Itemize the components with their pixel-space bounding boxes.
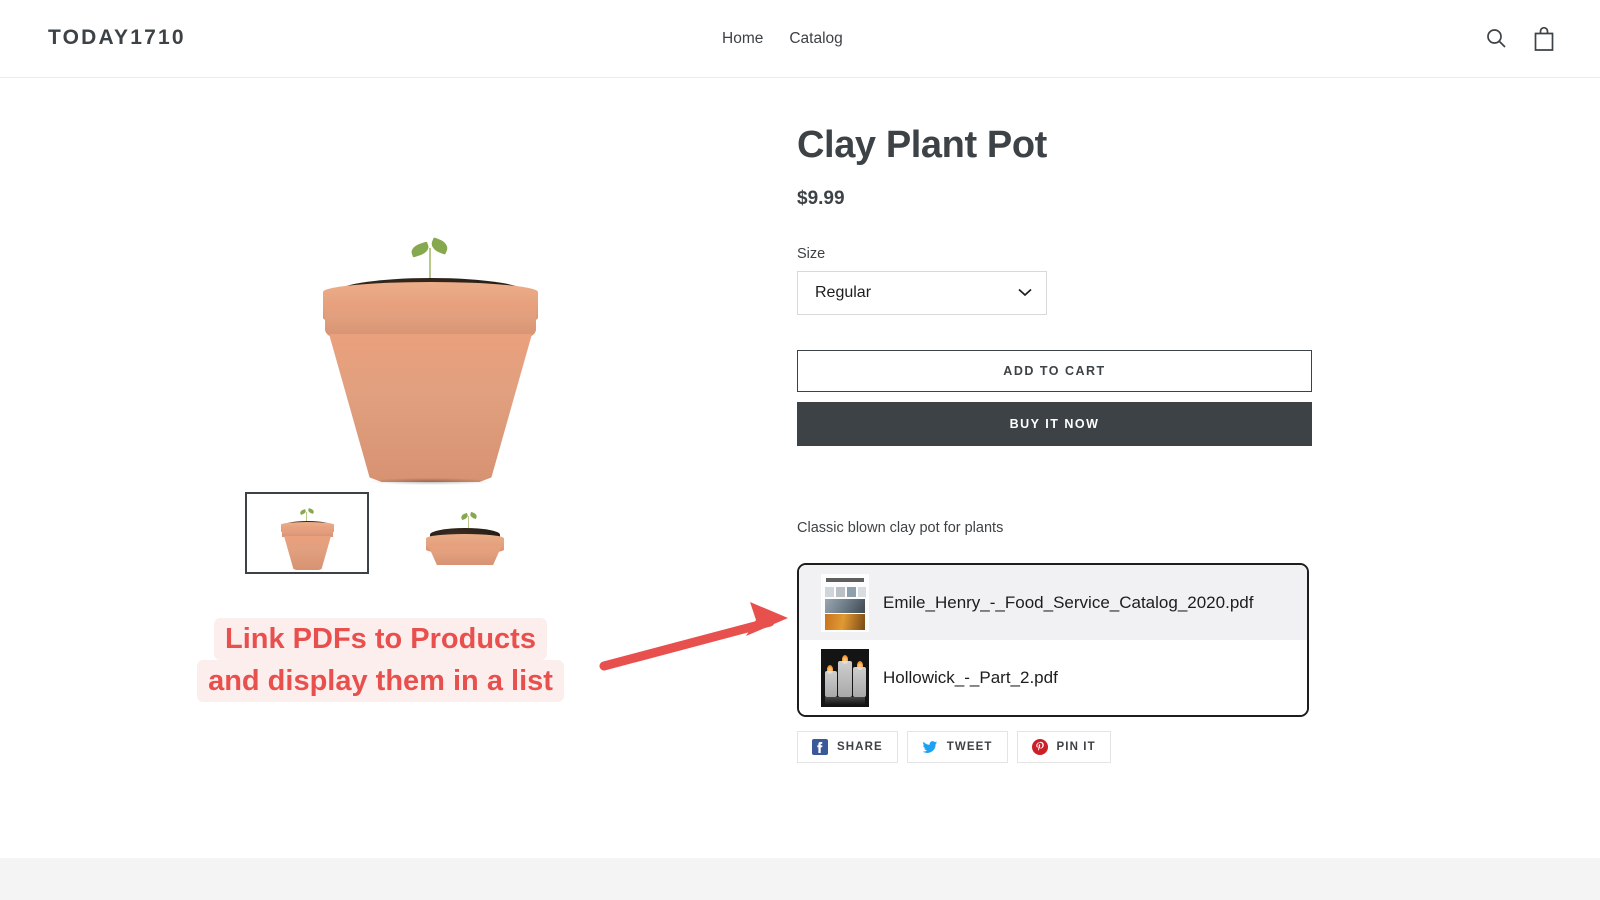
size-select[interactable]: Regular bbox=[797, 271, 1047, 315]
social-share-row: SHARE TWEET PIN IT bbox=[797, 731, 1312, 763]
size-select-value: Regular bbox=[815, 284, 872, 301]
gallery-thumbnail-clay-pot-front[interactable] bbox=[245, 492, 369, 574]
share-pinterest-button[interactable]: PIN IT bbox=[1016, 731, 1111, 763]
share-label: TWEET bbox=[946, 741, 993, 753]
size-option-label: Size bbox=[797, 246, 826, 262]
pot-body bbox=[329, 334, 532, 482]
nav-link-home[interactable]: Home bbox=[722, 29, 763, 49]
pdf-list-item-catalog[interactable]: Emile_Henry_-_Food_Service_Catalog_2020.… bbox=[799, 565, 1307, 640]
product-gallery bbox=[120, 110, 740, 574]
facebook-icon bbox=[812, 739, 828, 755]
catalog-cover-thumbnail bbox=[821, 573, 869, 632]
annotation-line-1: Link PDFs to Products bbox=[214, 618, 547, 660]
header-icon-group bbox=[1484, 26, 1556, 52]
cart-icon[interactable] bbox=[1532, 26, 1556, 52]
annotation-callout: Link PDFs to Products and display them i… bbox=[168, 618, 593, 702]
annotation-line-2: and display them in a list bbox=[197, 660, 564, 702]
product-price: $9.99 bbox=[797, 188, 845, 209]
pdf-filename: Emile_Henry_-_Food_Service_Catalog_2020.… bbox=[883, 592, 1254, 612]
thumbnail-strip bbox=[245, 492, 527, 574]
nav-link-catalog[interactable]: Catalog bbox=[789, 29, 842, 49]
store-logo[interactable]: TODAY1710 bbox=[48, 26, 186, 50]
main-navigation: Home Catalog bbox=[722, 29, 843, 49]
pot-shadow bbox=[369, 478, 491, 485]
share-label: SHARE bbox=[837, 741, 883, 753]
candle-holders-thumbnail bbox=[821, 648, 869, 707]
gallery-thumbnail-clay-pot-top[interactable] bbox=[403, 492, 527, 574]
pdf-filename: Hollowick_-_Part_2.pdf bbox=[883, 667, 1058, 687]
sprout-leaf-right bbox=[429, 237, 450, 255]
add-to-cart-button[interactable]: ADD TO CART bbox=[797, 350, 1312, 392]
share-facebook-button[interactable]: SHARE bbox=[797, 731, 898, 763]
product-title: Clay Plant Pot bbox=[797, 124, 1047, 166]
share-twitter-button[interactable]: TWEET bbox=[906, 731, 1008, 763]
pdf-attachment-list: Emile_Henry_-_Food_Service_Catalog_2020.… bbox=[797, 563, 1309, 717]
product-details: Clay Plant Pot $9.99 Size Regular ADD TO… bbox=[797, 122, 1312, 763]
pdf-list-item-hollowick[interactable]: Hollowick_-_Part_2.pdf bbox=[799, 640, 1307, 715]
product-main-image[interactable] bbox=[120, 110, 740, 490]
site-header: TODAY1710 Home Catalog bbox=[0, 0, 1600, 78]
twitter-icon bbox=[922, 739, 938, 755]
search-icon[interactable] bbox=[1484, 26, 1508, 52]
annotation-arrow-icon bbox=[598, 596, 808, 681]
footer-band bbox=[0, 858, 1600, 900]
sprout-leaf-left bbox=[409, 241, 431, 258]
pinterest-icon bbox=[1031, 739, 1048, 755]
buy-it-now-button[interactable]: BUY IT NOW bbox=[797, 402, 1312, 446]
product-description: Classic blown clay pot for plants bbox=[797, 520, 1004, 536]
pot-rim-band bbox=[325, 302, 536, 338]
chevron-down-icon bbox=[1018, 284, 1032, 302]
share-label: PIN IT bbox=[1056, 741, 1096, 753]
